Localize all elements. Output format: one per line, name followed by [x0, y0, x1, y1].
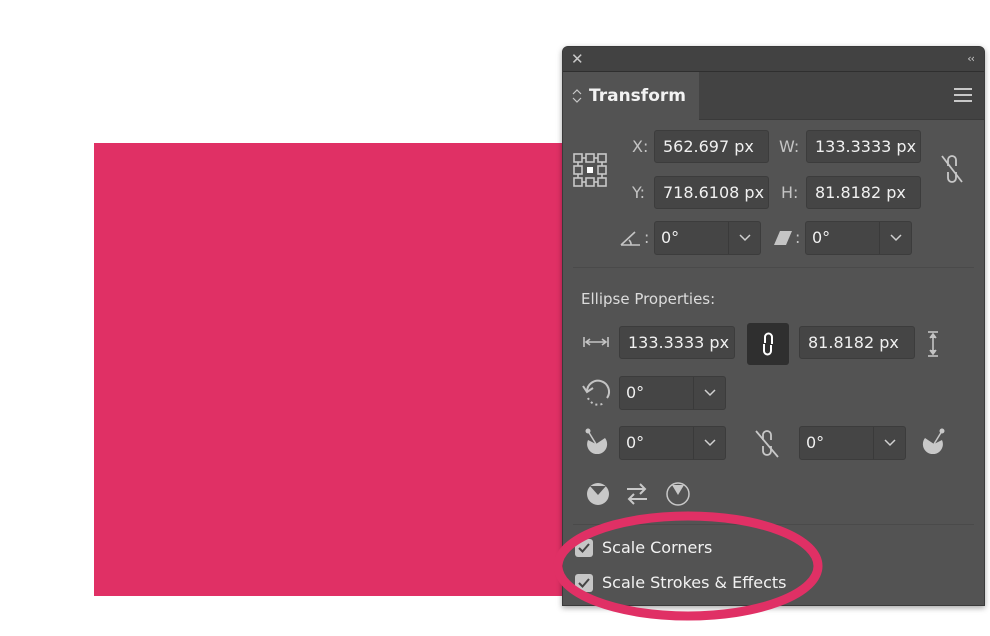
- shear-angle-icon: [773, 229, 793, 247]
- x-label: X:: [632, 137, 649, 156]
- section-divider: [573, 524, 974, 525]
- pie-invert-icon[interactable]: [585, 481, 611, 507]
- pie-end-angle-value[interactable]: 0°: [800, 427, 873, 459]
- panel-titlebar: ✕ ‹‹: [563, 47, 984, 72]
- scale-strokes-effects-label: Scale Strokes & Effects: [602, 573, 787, 592]
- chevron-down-icon[interactable]: [879, 222, 911, 254]
- rotate-angle-value[interactable]: 0°: [655, 222, 728, 254]
- chevron-down-icon[interactable]: [728, 222, 760, 254]
- width-input[interactable]: 133.3333 px: [806, 130, 921, 163]
- selected-ellipse-shape[interactable]: [94, 143, 566, 596]
- scale-corners-label: Scale Corners: [602, 538, 713, 557]
- ellipse-width-icon: [583, 334, 609, 350]
- constrain-pie-angles-unlinked-icon[interactable]: [753, 427, 781, 459]
- panel-menu-icon[interactable]: [954, 88, 972, 102]
- ellipse-rotation-value[interactable]: 0°: [620, 377, 693, 409]
- chevron-down-icon[interactable]: [873, 427, 905, 459]
- section-divider: [573, 267, 974, 268]
- ellipse-height-icon: [925, 330, 941, 358]
- constrain-ellipse-linked-button[interactable]: [747, 323, 789, 365]
- collapse-panel-icon[interactable]: ‹‹: [967, 50, 975, 68]
- scale-strokes-effects-checkbox-row[interactable]: Scale Strokes & Effects: [575, 573, 786, 592]
- tab-updown-icon: [571, 88, 583, 104]
- close-panel-icon[interactable]: ✕: [571, 49, 584, 69]
- ellipse-height-input[interactable]: 81.8182 px: [799, 326, 915, 359]
- shear-colon: :: [795, 228, 801, 247]
- ellipse-properties-heading: Ellipse Properties:: [581, 290, 716, 308]
- pie-end-angle-icon: [921, 427, 947, 455]
- panel-tabbar: Transform: [563, 72, 984, 120]
- ellipse-rotation-combobox[interactable]: 0°: [619, 376, 726, 410]
- scale-corners-checkbox[interactable]: [575, 538, 593, 557]
- swap-pie-angles-icon[interactable]: [625, 483, 649, 505]
- chevron-down-icon[interactable]: [693, 427, 725, 459]
- h-label: H:: [781, 183, 799, 202]
- x-position-input[interactable]: 562.697 px: [654, 130, 769, 163]
- scale-strokes-effects-checkbox[interactable]: [575, 573, 593, 592]
- pie-start-angle-icon: [583, 427, 609, 455]
- constrain-proportions-unlinked-icon[interactable]: [937, 152, 967, 186]
- rotate-colon: :: [644, 228, 650, 247]
- ellipse-width-input[interactable]: 133.3333 px: [619, 326, 735, 359]
- y-position-input[interactable]: 718.6108 px: [654, 176, 769, 209]
- chevron-down-icon[interactable]: [693, 377, 725, 409]
- w-label: W:: [779, 137, 800, 156]
- shear-angle-combobox[interactable]: 0°: [805, 221, 912, 255]
- y-label: Y:: [632, 183, 646, 202]
- rotate-angle-icon: [620, 227, 642, 249]
- pie-start-angle-combobox[interactable]: 0°: [619, 426, 726, 460]
- rotate-angle-combobox[interactable]: 0°: [654, 221, 761, 255]
- height-input[interactable]: 81.8182 px: [806, 176, 921, 209]
- transform-panel: ✕ ‹‹ Transform X: 562.697 px W: 133.3333…: [562, 46, 985, 606]
- tab-transform[interactable]: Transform: [563, 72, 699, 120]
- pie-end-angle-combobox[interactable]: 0°: [799, 426, 906, 460]
- scale-corners-checkbox-row[interactable]: Scale Corners: [575, 538, 712, 557]
- pie-start-angle-value[interactable]: 0°: [620, 427, 693, 459]
- reference-point-icon[interactable]: [572, 152, 608, 188]
- reset-pie-icon[interactable]: [665, 481, 691, 507]
- ellipse-rotate-icon: [581, 377, 613, 409]
- tab-transform-label: Transform: [589, 86, 686, 106]
- shear-angle-value[interactable]: 0°: [806, 222, 879, 254]
